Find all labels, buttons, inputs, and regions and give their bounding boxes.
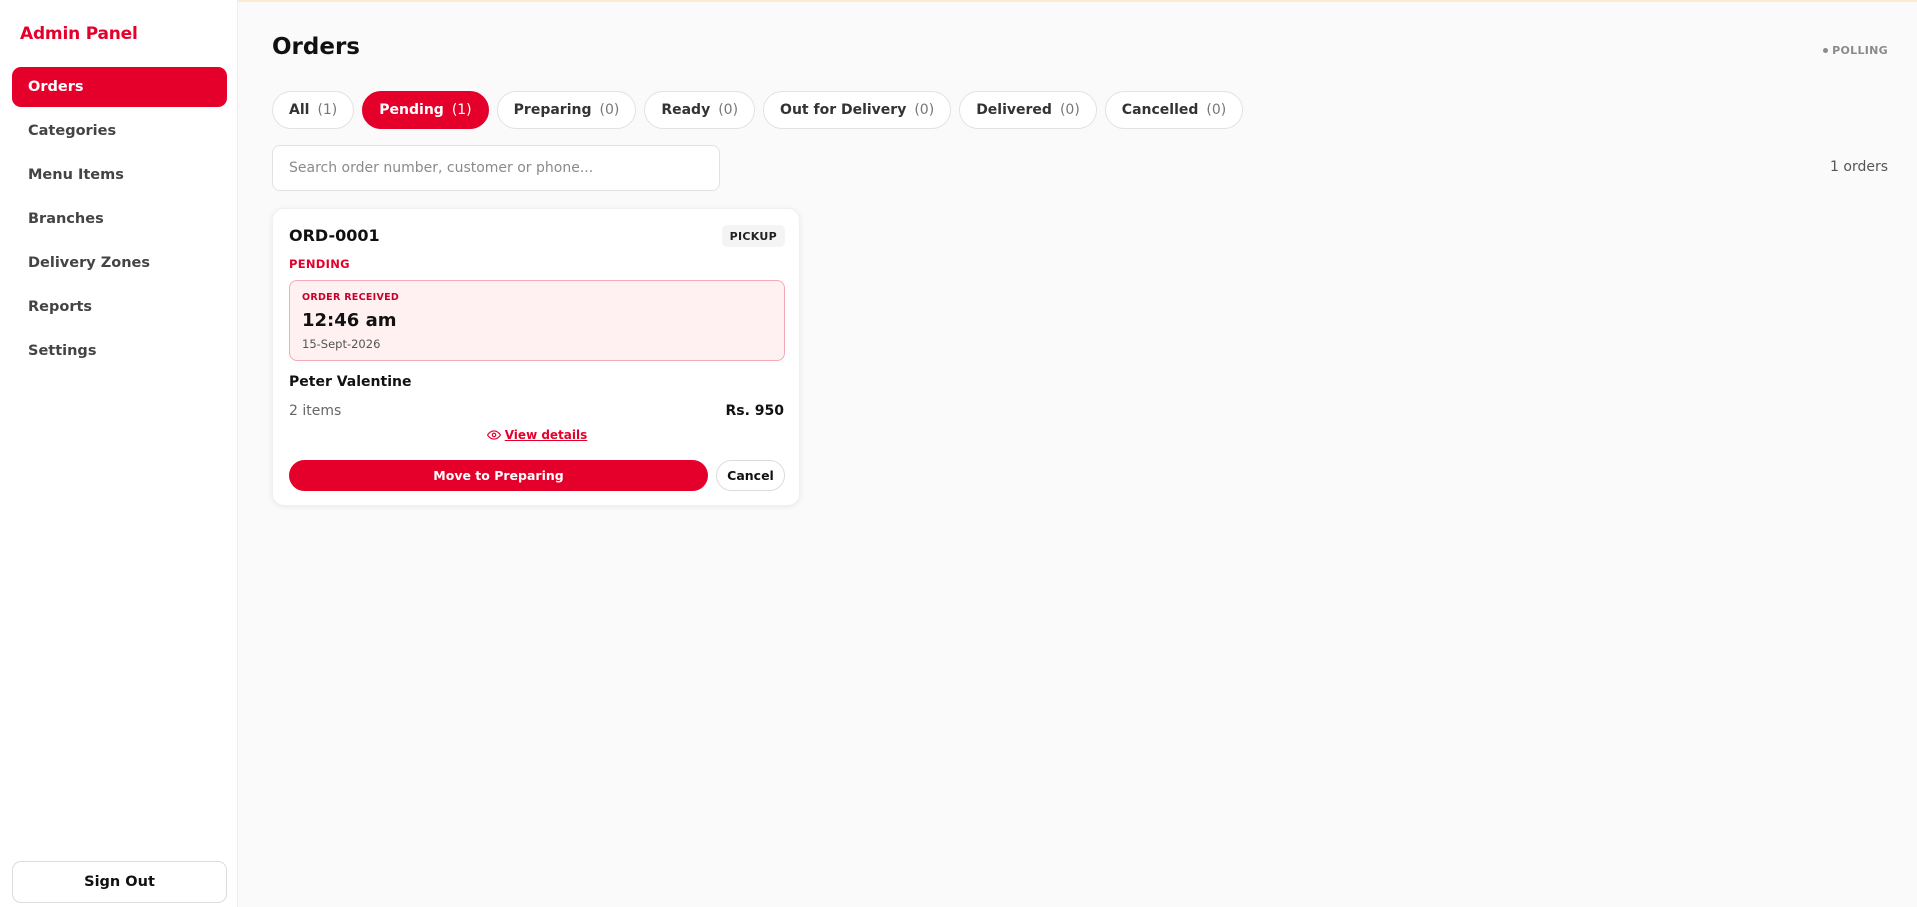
order-received-time: 12:46 am [302,310,397,331]
order-received-date: 15-Sept-2026 [302,337,381,351]
order-card: ORD-0001 PICKUP PENDING ORDER RECEIVED 1… [272,208,800,506]
tab-label: Delivered [976,102,1052,118]
sidebar-item-orders[interactable]: Orders [12,67,227,107]
order-received-label: ORDER RECEIVED [302,292,400,303]
tab-label: All [289,102,310,118]
search-input[interactable] [272,145,720,191]
tab-pending[interactable]: Pending (1) [362,91,489,129]
tab-cancelled[interactable]: Cancelled (0) [1104,91,1244,129]
order-received-box: ORDER RECEIVED 12:46 am 15-Sept-2026 [289,280,785,361]
order-total: Rs. 950 [725,403,784,419]
sidebar-nav: Orders Categories Menu Items Branches De… [12,67,227,375]
sidebar-item-branches[interactable]: Branches [12,199,227,239]
customer-name: Peter Valentine [289,374,412,390]
sidebar-item-delivery-zones[interactable]: Delivery Zones [12,243,227,283]
tab-count: (0) [1059,102,1080,118]
brand-title: Admin Panel [20,24,138,44]
tab-ready[interactable]: Ready (0) [644,91,756,129]
view-details-link[interactable]: View details [273,428,801,442]
status-dot-icon [1823,48,1829,53]
tab-preparing[interactable]: Preparing (0) [496,91,637,129]
tab-label: Cancelled [1121,102,1199,118]
sidebar-item-menu-items[interactable]: Menu Items [12,155,227,195]
top-accent-line [0,0,1917,2]
tab-all[interactable]: All (1) [272,91,355,129]
sidebar: Admin Panel Orders Categories Menu Items… [0,0,238,907]
tab-count: (0) [599,102,620,118]
tab-count: (1) [451,102,472,118]
item-count: 2 items [289,403,342,419]
tab-label: Preparing [513,102,592,118]
tab-delivered[interactable]: Delivered (0) [959,91,1097,129]
status-filter-tabs: All (1) Pending (1) Preparing (0) Ready … [272,91,1251,129]
sign-out-button[interactable]: Sign Out [12,861,227,903]
tab-label: Out for Delivery [780,102,907,118]
order-type-badge: PICKUP [721,225,785,247]
order-number: ORD-0001 [289,226,380,245]
tab-count: (0) [1206,102,1227,118]
sidebar-item-reports[interactable]: Reports [12,287,227,327]
order-status-label: PENDING [289,257,350,271]
move-to-preparing-button[interactable]: Move to Preparing [289,460,708,491]
eye-icon [486,430,501,440]
tab-count: (0) [914,102,935,118]
tab-label: Pending [379,102,444,118]
tab-label: Ready [661,102,711,118]
results-count: 1 orders [1830,159,1888,175]
cancel-order-button[interactable]: Cancel [716,460,785,491]
view-details-label: View details [504,428,588,442]
polling-status-label: POLLING [1832,44,1888,57]
polling-status: POLLING [1823,44,1888,57]
tab-count: (1) [317,102,338,118]
sidebar-item-categories[interactable]: Categories [12,111,227,151]
sidebar-item-settings[interactable]: Settings [12,331,227,371]
tab-count: (0) [718,102,739,118]
tab-out-for-delivery[interactable]: Out for Delivery (0) [763,91,952,129]
page-title: Orders [272,34,360,60]
